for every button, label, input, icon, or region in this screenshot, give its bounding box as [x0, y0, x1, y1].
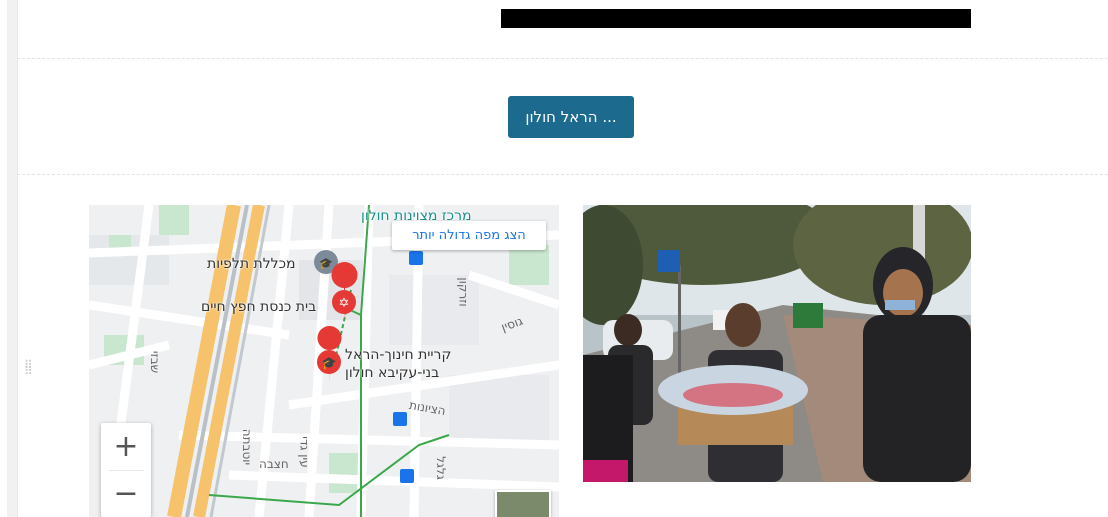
zoom-out-button[interactable]: − [101, 470, 151, 517]
editor-left-rail [7, 0, 18, 517]
redacted-bar [501, 9, 971, 28]
street-label: שבזי [148, 350, 163, 374]
svg-text:🎓: 🎓 [322, 356, 337, 370]
zoom-control: + − [101, 423, 151, 517]
map-label-school-line1: קריית חינוך-הראל [345, 347, 452, 363]
section-divider [17, 174, 1108, 175]
photo-scene [583, 205, 971, 482]
section-divider [17, 58, 1108, 59]
street-label: עין גדי [297, 436, 312, 468]
harel-holon-button[interactable]: ... הראל חולון [508, 96, 634, 138]
zoom-in-button[interactable]: + [101, 423, 151, 470]
map-label-college: מכללת תלפיות [207, 256, 296, 272]
svg-text:🎓: 🎓 [319, 257, 333, 270]
view-larger-map-link[interactable]: הצג מפה גדולה יותר [392, 221, 546, 250]
drag-handle-icon[interactable]: ⠿ ⠿ [24, 359, 34, 390]
street-label: וזרקון [456, 277, 471, 307]
svg-text:✡: ✡ [339, 296, 350, 311]
map-label-synagogue: בית כנסת חפץ חיים [201, 299, 317, 315]
zoom-separator [109, 470, 143, 471]
satellite-toggle-thumbnail[interactable] [495, 490, 551, 517]
street-label: גלגל [433, 456, 448, 480]
street-label: יוטבתה [240, 428, 255, 466]
map-label-school-line2: בני-עקיבא חולון [345, 365, 440, 381]
google-map-embed[interactable]: ✡ 🎓 🎓 מרכז מצוינות חולון מכללת תלפיות בי… [89, 205, 559, 517]
street-label: חצבה [259, 457, 289, 471]
students-photo [583, 205, 971, 482]
